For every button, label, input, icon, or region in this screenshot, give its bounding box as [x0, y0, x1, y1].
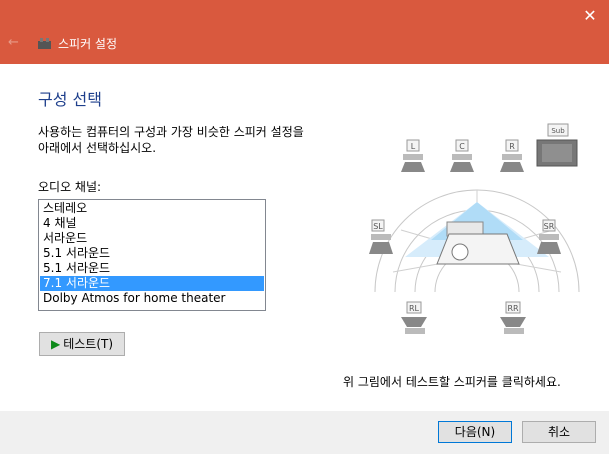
window-title: 스피커 설정	[58, 37, 118, 51]
play-icon: ▶	[50, 337, 61, 351]
next-button[interactable]: 다음(N)	[438, 421, 512, 443]
test-button[interactable]: ▶ 테스트(T)	[39, 332, 125, 356]
list-item-selected[interactable]: 7.1 서라운드	[40, 276, 264, 291]
list-item[interactable]: 스테레오	[40, 201, 264, 216]
back-arrow-icon[interactable]: ←	[8, 36, 22, 50]
hint-text: 위 그림에서 테스트할 스피커를 클릭하세요.	[343, 375, 561, 389]
footer-bar	[0, 411, 609, 454]
speaker-label-sl: SL	[373, 222, 383, 231]
speaker-label-c: C	[459, 142, 465, 151]
speaker-label-sr: SR	[544, 222, 555, 231]
description-line-2: 아래에서 선택하십시오.	[38, 141, 157, 155]
speaker-app-icon	[38, 38, 51, 49]
list-item[interactable]: 5.1 서라운드	[40, 246, 264, 261]
speaker-label-sub: Sub	[551, 127, 565, 135]
cancel-button[interactable]: 취소	[522, 421, 596, 443]
channels-listbox[interactable]: 스테레오 4 채널 서라운드 5.1 서라운드 5.1 서라운드 7.1 서라운…	[38, 199, 266, 311]
title-bar: ✕ ← 스피커 설정	[0, 0, 609, 64]
list-item[interactable]: 5.1 서라운드	[40, 261, 264, 276]
description-line-1: 사용하는 컴퓨터의 구성과 가장 비슷한 스피커 설정을	[38, 125, 304, 139]
list-item[interactable]: 4 채널	[40, 216, 264, 231]
test-button-label: 테스트(T)	[63, 337, 114, 351]
description: 사용하는 컴퓨터의 구성과 가장 비슷한 스피커 설정을 아래에서 선택하십시오…	[38, 124, 338, 156]
close-icon[interactable]: ✕	[579, 6, 601, 26]
page-heading: 구성 선택	[38, 90, 102, 109]
speaker-label-l: L	[411, 142, 416, 151]
speaker-label-r: R	[509, 142, 515, 151]
speaker-diagram: L C R Sub SL SR RL RR	[369, 123, 580, 334]
list-item[interactable]: 서라운드	[40, 231, 264, 246]
speaker-label-rl: RL	[409, 304, 420, 313]
channels-label: 오디오 채널:	[38, 180, 102, 194]
speaker-label-rr: RR	[507, 304, 519, 313]
list-item[interactable]: Dolby Atmos for home theater	[40, 291, 264, 306]
